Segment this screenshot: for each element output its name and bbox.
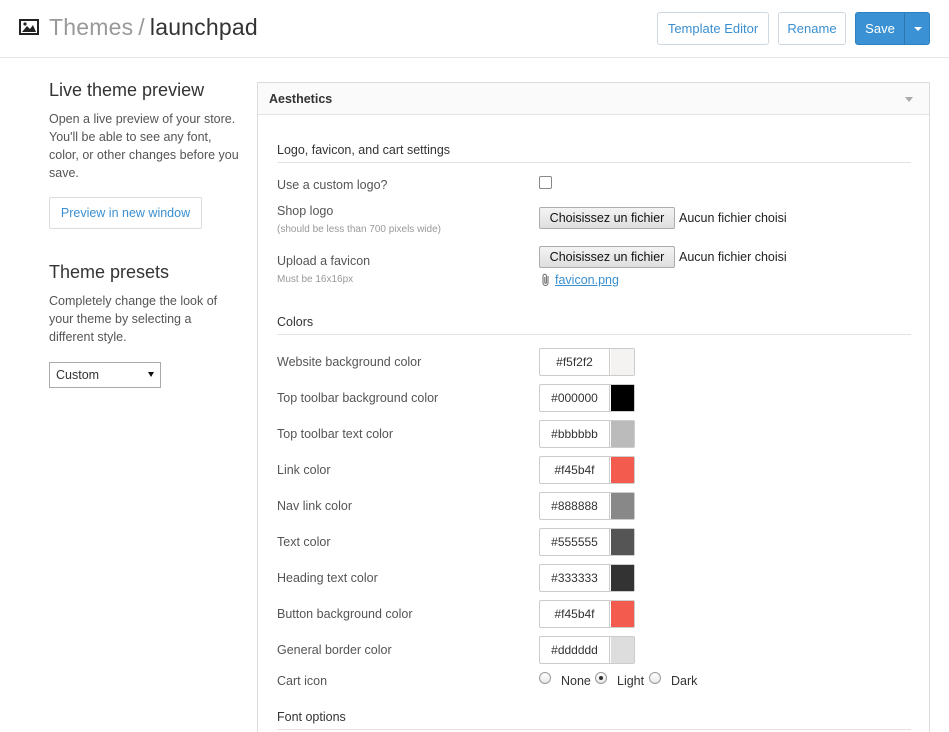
theme-presets-description: Completely change the look of your theme… xyxy=(49,294,218,344)
save-button[interactable]: Save xyxy=(855,12,905,45)
cart-icon-option-label: None xyxy=(561,674,591,688)
font-section-heading: Font options xyxy=(277,710,346,724)
color-label: Nav link color xyxy=(277,499,353,513)
color-picker[interactable]: #333333 xyxy=(539,564,635,592)
theme-name: launchpad xyxy=(149,14,258,40)
color-hex-input[interactable]: #333333 xyxy=(540,565,610,591)
color-swatch[interactable] xyxy=(611,529,634,555)
color-swatch[interactable] xyxy=(611,601,634,627)
shop-logo-file-button[interactable]: Choisissez un fichier xyxy=(539,207,675,229)
top-header: Themes / launchpad Template Editor Rename … xyxy=(0,0,949,58)
color-picker[interactable]: #dddddd xyxy=(539,636,635,664)
shop-logo-file-status: Aucun fichier choisi xyxy=(679,211,787,225)
color-hex-input[interactable]: #f45b4f xyxy=(540,601,610,627)
color-picker[interactable]: #888888 xyxy=(539,492,635,520)
logo-section-heading: Logo, favicon, and cart settings xyxy=(277,143,451,157)
favicon-hint: Must be 16x16px xyxy=(277,274,354,285)
color-picker[interactable]: #f45b4f xyxy=(539,456,635,484)
paperclip-icon xyxy=(542,273,549,286)
color-picker[interactable]: #f5f2f2 xyxy=(539,348,635,376)
cart-icon-option-label: Dark xyxy=(671,674,698,688)
image-icon xyxy=(19,19,39,35)
aesthetics-panel-header[interactable]: Aesthetics xyxy=(258,83,929,115)
color-swatch[interactable] xyxy=(611,421,634,447)
rename-button[interactable]: Rename xyxy=(778,12,846,45)
color-label: Website background color xyxy=(277,355,422,369)
favicon-file-button[interactable]: Choisissez un fichier xyxy=(539,246,675,268)
color-swatch[interactable] xyxy=(611,493,634,519)
theme-presets-heading: Theme presets xyxy=(49,262,170,282)
cart-icon-radio-light[interactable] xyxy=(595,672,607,684)
color-swatch[interactable] xyxy=(611,457,634,483)
caret-down-icon xyxy=(914,27,922,31)
section-divider xyxy=(277,334,911,335)
preview-new-window-button[interactable]: Preview in new window xyxy=(49,197,202,229)
breadcrumb-themes[interactable]: Themes xyxy=(49,14,133,40)
color-hex-input[interactable]: #555555 xyxy=(540,529,610,555)
color-label: Top toolbar text color xyxy=(277,427,394,441)
custom-logo-checkbox[interactable] xyxy=(539,176,552,189)
favicon-file-link[interactable]: favicon.png xyxy=(555,273,619,287)
color-swatch[interactable] xyxy=(611,349,634,375)
color-label: Link color xyxy=(277,463,331,477)
color-label: Text color xyxy=(277,535,331,549)
color-hex-input[interactable]: #dddddd xyxy=(540,637,610,663)
breadcrumb-separator: / xyxy=(138,14,145,40)
color-picker[interactable]: #000000 xyxy=(539,384,635,412)
select-arrow-icon xyxy=(148,372,154,377)
cart-icon-option-label: Light xyxy=(617,674,645,688)
color-label: Heading text color xyxy=(277,571,378,585)
color-hex-input[interactable]: #000000 xyxy=(540,385,610,411)
shop-logo-hint: (should be less than 700 pixels wide) xyxy=(277,224,441,235)
color-picker[interactable]: #bbbbbb xyxy=(539,420,635,448)
cart-icon-radio-none[interactable] xyxy=(539,672,551,684)
color-swatch[interactable] xyxy=(611,637,634,663)
color-label: General border color xyxy=(277,643,392,657)
color-hex-input[interactable]: #bbbbbb xyxy=(540,421,610,447)
color-swatch[interactable] xyxy=(611,385,634,411)
color-hex-input[interactable]: #888888 xyxy=(540,493,610,519)
favicon-file-status: Aucun fichier choisi xyxy=(679,250,787,264)
panel-title: Aesthetics xyxy=(269,92,333,106)
collapse-caret-icon[interactable] xyxy=(905,97,913,102)
colors-section-heading: Colors xyxy=(277,315,314,329)
favicon-label: Upload a favicon xyxy=(277,254,371,268)
color-label: Top toolbar background color xyxy=(277,391,439,405)
live-preview-heading: Live theme preview xyxy=(49,80,205,100)
theme-preset-value: Custom xyxy=(56,368,100,382)
cart-icon-radio-dark[interactable] xyxy=(649,672,661,684)
shop-logo-label: Shop logo xyxy=(277,204,334,218)
cart-icon-label: Cart icon xyxy=(277,674,328,688)
section-divider xyxy=(277,162,911,163)
theme-preset-select[interactable]: Custom xyxy=(49,362,161,388)
live-preview-description: Open a live preview of your store. You'l… xyxy=(49,112,239,180)
color-hex-input[interactable]: #f5f2f2 xyxy=(540,349,610,375)
page-title: Themes / launchpad xyxy=(49,14,258,41)
color-label: Button background color xyxy=(277,607,413,621)
color-picker[interactable]: #f45b4f xyxy=(539,600,635,628)
save-dropdown-button[interactable] xyxy=(904,12,930,45)
custom-logo-label: Use a custom logo? xyxy=(277,178,388,192)
color-swatch[interactable] xyxy=(611,565,634,591)
color-hex-input[interactable]: #f45b4f xyxy=(540,457,610,483)
section-divider xyxy=(277,729,911,730)
color-picker[interactable]: #555555 xyxy=(539,528,635,556)
template-editor-button[interactable]: Template Editor xyxy=(657,12,769,45)
